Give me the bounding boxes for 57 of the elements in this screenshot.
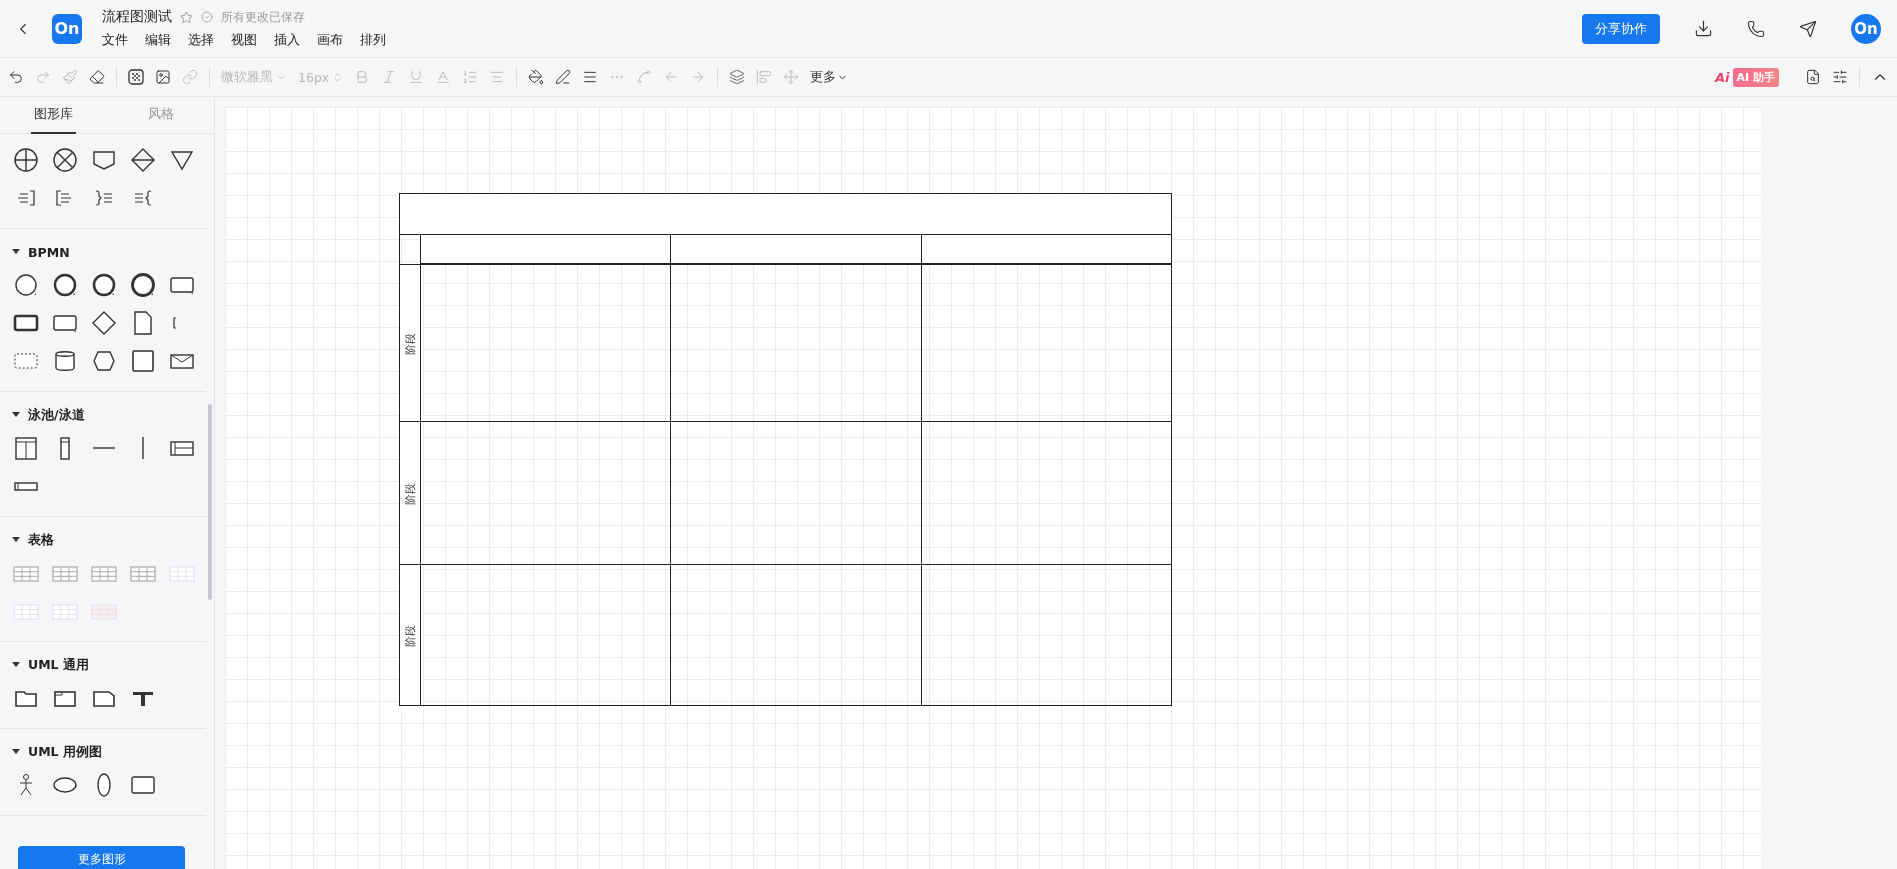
- settings-icon[interactable]: [1832, 69, 1848, 85]
- caret-icon[interactable]: [12, 412, 20, 418]
- shape-icon[interactable]: [129, 271, 157, 299]
- save-status: 所有更改已保存: [221, 8, 305, 26]
- texture-icon[interactable]: [128, 69, 144, 85]
- stage-label[interactable]: 阶段: [402, 624, 418, 646]
- document-search-icon[interactable]: [1805, 69, 1821, 85]
- stage-label[interactable]: 阶段: [402, 332, 418, 354]
- section-title[interactable]: 表格: [28, 531, 54, 549]
- menu-item[interactable]: 排列: [360, 32, 386, 49]
- user-avatar[interactable]: On: [1851, 13, 1881, 44]
- caret-icon[interactable]: [12, 249, 20, 255]
- share-button[interactable]: 分享协作: [1582, 13, 1660, 44]
- swimlane-diagram[interactable]: 阶段 阶段 阶段: [399, 193, 1172, 706]
- font-color-icon[interactable]: [435, 69, 452, 85]
- section-title[interactable]: 泳池/泳道: [28, 406, 85, 424]
- section-title[interactable]: UML 用例图: [28, 743, 102, 761]
- canvas[interactable]: 阶段 阶段 阶段: [225, 107, 1761, 869]
- menu-item[interactable]: 选择: [188, 32, 214, 49]
- image-icon[interactable]: [155, 69, 171, 85]
- caret-icon[interactable]: [12, 749, 20, 755]
- section-title[interactable]: UML 通用: [28, 656, 89, 674]
- sidebar-tab[interactable]: 图形库: [31, 97, 76, 134]
- layers-icon[interactable]: [729, 69, 746, 85]
- more-menu[interactable]: 更多: [810, 68, 837, 86]
- shape-icon[interactable]: [129, 146, 157, 174]
- shape-icon[interactable]: [12, 271, 40, 299]
- shape-icon[interactable]: [51, 146, 79, 174]
- download-icon[interactable]: [1694, 19, 1713, 38]
- menu-item[interactable]: 插入: [274, 32, 300, 49]
- send-icon[interactable]: [1799, 19, 1817, 38]
- fill-icon[interactable]: [528, 69, 545, 85]
- shape-icon[interactable]: [90, 309, 118, 337]
- app-logo[interactable]: On: [52, 13, 82, 44]
- shape-icon[interactable]: [51, 271, 79, 299]
- section-title[interactable]: BPMN: [28, 244, 70, 260]
- caret-icon[interactable]: [12, 662, 20, 668]
- scrollbar[interactable]: [208, 404, 212, 600]
- pen-icon[interactable]: [555, 69, 572, 85]
- document-title[interactable]: 流程图测试: [102, 8, 172, 26]
- phone-icon[interactable]: [1747, 19, 1765, 38]
- caret-icon[interactable]: [12, 537, 20, 543]
- check-circle-icon: [201, 11, 213, 23]
- clear-format-icon[interactable]: [89, 69, 105, 85]
- stage-label[interactable]: 阶段: [402, 482, 418, 504]
- shape-icon[interactable]: [90, 271, 118, 299]
- shape-icon[interactable]: [12, 146, 40, 174]
- menu-item[interactable]: 画布: [317, 32, 343, 49]
- pool-title-bar[interactable]: [400, 194, 1171, 235]
- menu-item[interactable]: 视图: [231, 32, 257, 49]
- undo-icon[interactable]: [8, 69, 24, 85]
- more-shapes-button[interactable]: 更多图形: [18, 846, 185, 869]
- line-width-icon[interactable]: [582, 69, 599, 85]
- star-icon[interactable]: [180, 10, 193, 24]
- menu-item[interactable]: 编辑: [145, 32, 171, 49]
- shape-icon[interactable]: [129, 347, 157, 375]
- menu-item[interactable]: 文件: [102, 32, 128, 49]
